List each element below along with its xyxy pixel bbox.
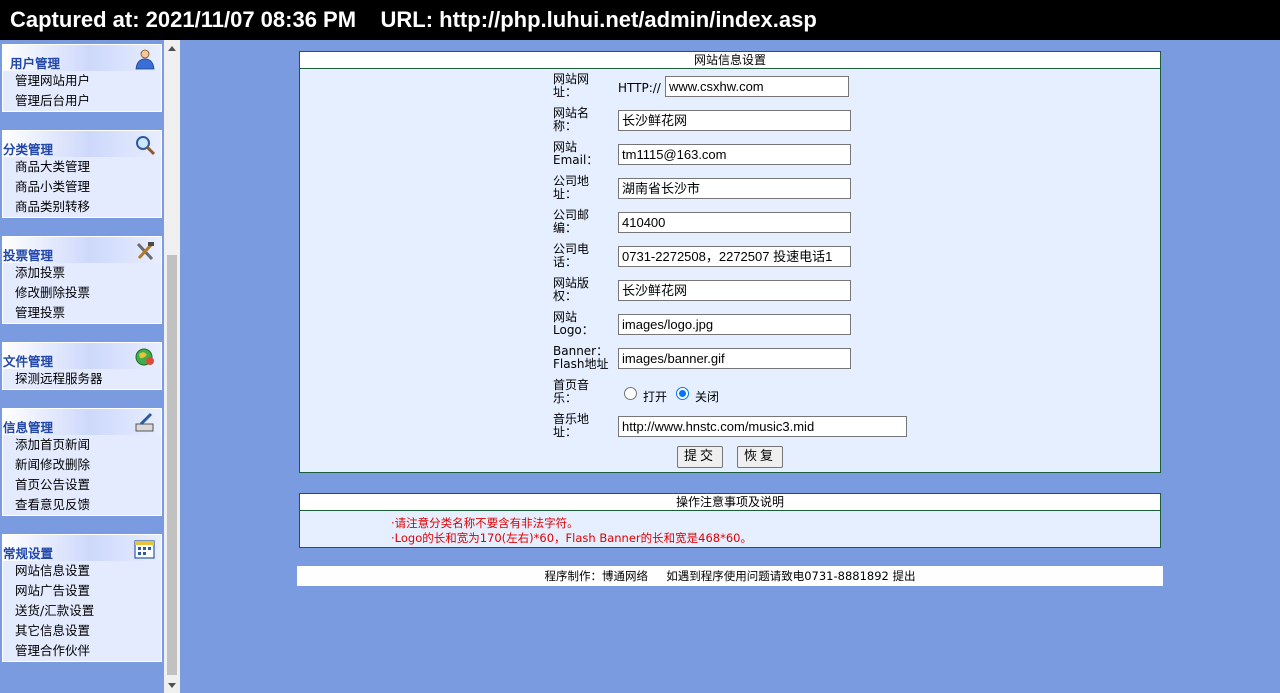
- menu-group-categories: 分类管理 商品大类管理 商品小类管理 商品类别转移: [2, 130, 162, 218]
- site-url-prefix: HTTP://: [618, 81, 661, 95]
- menu-group-users: 用户管理 管理网站用户 管理后台用户: [2, 44, 162, 112]
- logo-label: 网站Logo：: [553, 310, 594, 337]
- sidebar-item-edit-news[interactable]: 新闻修改删除: [3, 455, 161, 475]
- capture-banner: Captured at: 2021/11/07 08:36 PM URL: ht…: [0, 0, 1280, 40]
- sidebar-item-add-vote[interactable]: 添加投票: [3, 263, 161, 283]
- reset-button[interactable]: 恢复: [737, 446, 783, 468]
- site-name-label: 网站名称：: [553, 106, 590, 133]
- menu-title-files: 文件管理: [3, 354, 54, 369]
- music-on-label: 打开: [643, 390, 668, 404]
- user-icon: [135, 49, 155, 70]
- panel-title: 网站信息设置: [300, 52, 1160, 69]
- menu-head-users[interactable]: 用户管理: [3, 45, 161, 71]
- sidebar-scrollbar[interactable]: [164, 40, 180, 693]
- site-name-input[interactable]: 长沙鲜花网: [618, 110, 851, 131]
- note-line: ·Logo的长和宽为170(左右)*60，Flash Banner的长和宽是46…: [391, 531, 752, 545]
- sidebar: 用户管理 管理网站用户 管理后台用户 分类管理 商品大类管理 商品小类管理 商品…: [0, 40, 164, 693]
- postcode-label: 公司邮编：: [553, 208, 590, 235]
- music-url-input[interactable]: http://www.hnstc.com/music3.mid: [618, 416, 907, 437]
- music-label: 首页音乐：: [553, 378, 590, 405]
- scrollbar-thumb[interactable]: [167, 255, 177, 675]
- email-label: 网站Email：: [553, 140, 599, 167]
- menu-group-settings: 常规设置 网站信息设置 网站广告设置 送货/汇款设置 其它信息设置 管理合作伙伴: [2, 534, 162, 662]
- tools-icon: [136, 242, 154, 261]
- menu-title-settings: 常规设置: [3, 546, 54, 561]
- menu-group-files: 文件管理 探测远程服务器: [2, 342, 162, 390]
- music-off-label: 关闭: [695, 390, 720, 404]
- sidebar-item-notice-settings[interactable]: 首页公告设置: [3, 475, 161, 495]
- site-url-label: 网站网址：: [553, 72, 590, 99]
- banner-label: Banner：Flash地址: [553, 344, 609, 371]
- copyright-input[interactable]: 长沙鲜花网: [618, 280, 851, 301]
- sidebar-item-sub-categories[interactable]: 商品小类管理: [3, 177, 161, 197]
- menu-title-info: 信息管理: [3, 420, 54, 435]
- postcode-input[interactable]: 410400: [618, 212, 851, 233]
- sidebar-item-add-news[interactable]: 添加首页新闻: [3, 435, 161, 455]
- scroll-up-icon[interactable]: [164, 40, 180, 56]
- notes-title: 操作注意事项及说明: [300, 494, 1160, 511]
- menu-group-votes: 投票管理 添加投票 修改删除投票 管理投票: [2, 236, 162, 324]
- site-url-input[interactable]: www.csxhw.com: [665, 76, 849, 97]
- notes-panel: 操作注意事项及说明 ·请注意分类名称不要含有非法字符。 ·Logo的长和宽为17…: [299, 493, 1161, 548]
- sidebar-item-partners[interactable]: 管理合作伙伴: [3, 641, 161, 661]
- email-input[interactable]: tm1115@163.com: [618, 144, 851, 165]
- menu-title-users: 用户管理: [10, 56, 61, 71]
- music-off-radio[interactable]: [676, 387, 689, 400]
- sidebar-item-move-category[interactable]: 商品类别转移: [3, 197, 161, 217]
- menu-group-info: 信息管理 添加首页新闻 新闻修改删除 首页公告设置 查看意见反馈: [2, 408, 162, 516]
- sidebar-item-site-users[interactable]: 管理网站用户: [3, 71, 161, 91]
- logo-input[interactable]: images/logo.jpg: [618, 314, 851, 335]
- menu-head-files[interactable]: 文件管理: [3, 343, 161, 369]
- globe-icon: [135, 348, 154, 366]
- copyright-label: 网站版权：: [553, 276, 590, 303]
- sidebar-item-main-categories[interactable]: 商品大类管理: [3, 157, 161, 177]
- menu-head-categories[interactable]: 分类管理: [3, 131, 161, 157]
- menu-title-votes: 投票管理: [3, 248, 54, 263]
- note-line: ·请注意分类名称不要含有非法字符。: [391, 516, 579, 530]
- magnifier-icon: [136, 136, 156, 156]
- menu-head-settings[interactable]: 常规设置: [3, 535, 161, 561]
- sidebar-item-manage-vote[interactable]: 管理投票: [3, 303, 161, 323]
- address-input[interactable]: 湖南省长沙市: [618, 178, 851, 199]
- sidebar-item-admin-users[interactable]: 管理后台用户: [3, 91, 161, 111]
- sidebar-item-delivery-payment[interactable]: 送货/汇款设置: [3, 601, 161, 621]
- pen-icon: [135, 412, 154, 432]
- site-info-panel: 网站信息设置 网站网址： HTTP:// www.csxhw.com 网站名称：…: [299, 51, 1161, 473]
- phone-input[interactable]: 0731-2272508，2272507 投速电话1: [618, 246, 851, 267]
- sidebar-item-site-ads[interactable]: 网站广告设置: [3, 581, 161, 601]
- sidebar-item-feedback[interactable]: 查看意见反馈: [3, 495, 161, 515]
- footer: 程序制作：博通网络 如遇到程序使用问题请致电0731-8881892 提出: [297, 566, 1163, 586]
- banner-input[interactable]: images/banner.gif: [618, 348, 851, 369]
- submit-button[interactable]: 提交: [677, 446, 723, 468]
- sidebar-item-other-info[interactable]: 其它信息设置: [3, 621, 161, 641]
- scroll-down-icon[interactable]: [164, 677, 180, 693]
- sidebar-item-site-info[interactable]: 网站信息设置: [3, 561, 161, 581]
- phone-label: 公司电话：: [553, 242, 590, 269]
- menu-head-info[interactable]: 信息管理: [3, 409, 161, 435]
- menu-title-categories: 分类管理: [3, 142, 54, 157]
- sidebar-item-edit-vote[interactable]: 修改删除投票: [3, 283, 161, 303]
- music-url-label: 音乐地址：: [553, 412, 590, 439]
- address-label: 公司地址：: [553, 174, 590, 201]
- menu-head-votes[interactable]: 投票管理: [3, 237, 161, 263]
- calendar-icon: [134, 540, 155, 559]
- sidebar-item-probe-server[interactable]: 探测远程服务器: [3, 369, 161, 389]
- music-on-radio[interactable]: [624, 387, 637, 400]
